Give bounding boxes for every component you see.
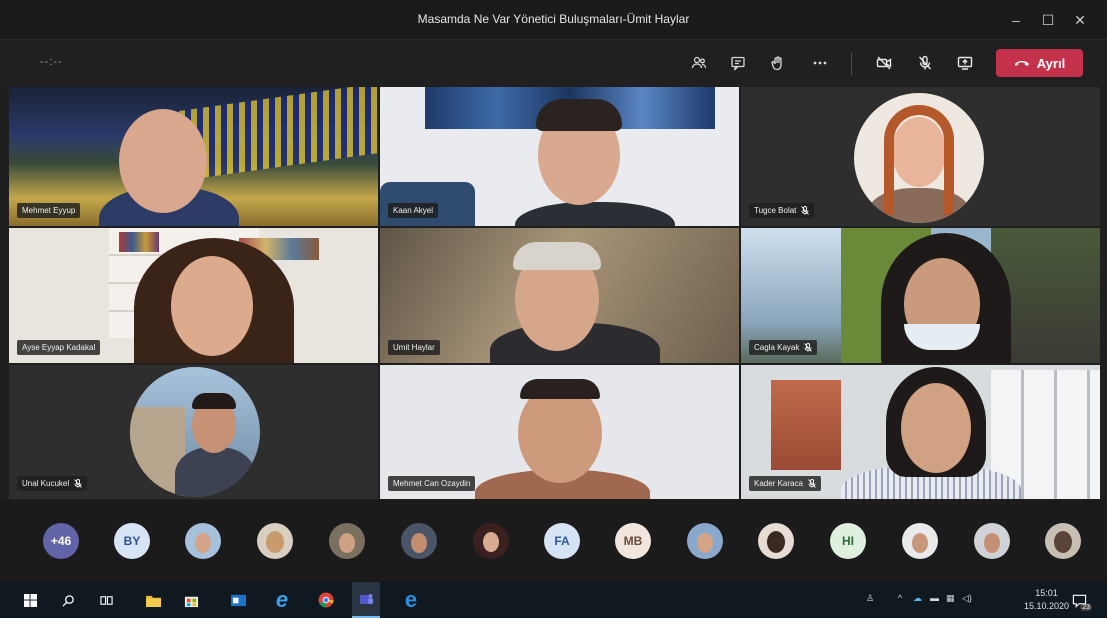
hair bbox=[536, 99, 622, 131]
toolbar-divider bbox=[851, 52, 852, 76]
video-tile[interactable]: Umit Haylar bbox=[380, 228, 739, 363]
windows-start-icon[interactable] bbox=[20, 590, 40, 610]
share-screen-icon[interactable] bbox=[952, 51, 978, 75]
clock-date: 15.10.2020 bbox=[1024, 601, 1070, 611]
teams-window: Masamda Ne Var Yönetici Buluşmaları-Ümit… bbox=[0, 0, 1107, 618]
participant-face bbox=[901, 383, 971, 473]
participant-name-label: Kader Karaca bbox=[749, 476, 821, 491]
participant-avatar[interactable] bbox=[185, 523, 221, 559]
participant-avatar bbox=[130, 367, 260, 497]
video-tile[interactable]: Tugce Bolat bbox=[741, 87, 1100, 226]
search-icon[interactable] bbox=[58, 590, 78, 610]
participant-avatar[interactable] bbox=[401, 523, 437, 559]
mic-off-icon[interactable] bbox=[912, 51, 938, 75]
participant-face bbox=[119, 109, 207, 213]
video-tile[interactable]: Cagla Kayak bbox=[741, 228, 1100, 363]
leave-button[interactable]: Ayrıl bbox=[996, 49, 1083, 77]
participant-avatar[interactable]: FA bbox=[544, 523, 580, 559]
participant-avatar[interactable]: MB bbox=[615, 523, 651, 559]
video-tile[interactable]: Ayse Eyyap Kadakal bbox=[9, 228, 378, 363]
clock-time: 15:01 bbox=[1035, 588, 1058, 598]
meeting-toolbar: --:-- Ayrıl bbox=[0, 40, 1107, 86]
participant-avatar[interactable] bbox=[758, 523, 794, 559]
participant-avatar bbox=[854, 93, 984, 223]
books bbox=[119, 232, 159, 252]
participant-avatar[interactable] bbox=[687, 523, 723, 559]
participant-avatar[interactable]: BY bbox=[114, 523, 150, 559]
battery-icon[interactable]: ▬ bbox=[930, 593, 939, 603]
mic-muted-icon bbox=[808, 479, 816, 488]
store-icon[interactable] bbox=[181, 590, 201, 610]
hair bbox=[513, 242, 601, 270]
chevron-up-icon[interactable]: ^ bbox=[898, 593, 902, 603]
participant-avatar[interactable] bbox=[974, 523, 1010, 559]
mic-muted-icon bbox=[804, 343, 813, 352]
onedrive-icon[interactable]: ☁ bbox=[913, 593, 922, 604]
participant-avatar[interactable]: HI bbox=[830, 523, 866, 559]
participant-strip: +46 BY FA MB HI bbox=[0, 500, 1107, 582]
chat-icon[interactable] bbox=[725, 51, 751, 75]
participant-name-label: Ayse Eyyap Kadakal bbox=[17, 340, 101, 355]
participant-name-label: Tugce Bolat bbox=[749, 203, 815, 218]
leave-label: Ayrıl bbox=[1036, 55, 1066, 71]
people-icon[interactable]: ♙ bbox=[866, 593, 874, 604]
internet-explorer-icon[interactable]: e bbox=[272, 589, 292, 611]
video-tile[interactable]: Mehmet Can Ozaydin bbox=[380, 365, 739, 499]
meeting-timer: --:-- bbox=[40, 56, 63, 68]
windows-taskbar: e e ♙ ^ ☁ ▬ ▦ ◁) 15:01 15.10.2020 23 bbox=[0, 582, 1107, 618]
participant-name-label: Cagla Kayak bbox=[749, 340, 818, 355]
participant-avatar[interactable] bbox=[1045, 523, 1081, 559]
participant-name-label: Unal Kucukel bbox=[17, 476, 88, 491]
volume-icon[interactable]: ◁) bbox=[962, 593, 972, 604]
window-title: Masamda Ne Var Yönetici Buluşmaları-Ümit… bbox=[417, 12, 690, 26]
camera-off-icon[interactable] bbox=[871, 51, 897, 75]
participant-name-label: Kaan Akyel bbox=[388, 203, 439, 218]
participant-name-label: Mehmet Eyyup bbox=[17, 203, 81, 218]
participants-icon[interactable] bbox=[686, 51, 712, 75]
participant-body bbox=[515, 202, 675, 226]
outlook-icon[interactable] bbox=[228, 590, 248, 610]
network-icon[interactable]: ▦ bbox=[946, 593, 955, 604]
video-tile[interactable]: Kaan Akyel bbox=[380, 87, 739, 226]
video-grid: Mehmet Eyyup Kaan Akyel Tugce Bolat Ayse… bbox=[9, 87, 1100, 499]
notification-center-icon[interactable]: 23 bbox=[1068, 590, 1092, 611]
participant-name-label: Umit Haylar bbox=[388, 340, 440, 355]
more-options-icon[interactable] bbox=[807, 51, 833, 75]
participant-avatar[interactable] bbox=[473, 523, 509, 559]
teams-taskbar-icon[interactable] bbox=[352, 582, 380, 618]
system-clock[interactable]: 15:01 15.10.2020 bbox=[1024, 587, 1069, 613]
mic-muted-icon bbox=[801, 206, 810, 215]
video-tile[interactable]: Unal Kucukel bbox=[9, 365, 378, 499]
task-view-icon[interactable] bbox=[96, 590, 116, 610]
file-explorer-icon[interactable] bbox=[143, 590, 163, 610]
minimize-icon[interactable]: – bbox=[1003, 8, 1029, 32]
wall-decor bbox=[771, 380, 841, 470]
participant-avatar[interactable] bbox=[329, 523, 365, 559]
participant-avatar[interactable] bbox=[902, 523, 938, 559]
video-tile[interactable]: Kader Karaca bbox=[741, 365, 1100, 499]
participant-face bbox=[171, 256, 253, 356]
maximize-icon[interactable]: ☐ bbox=[1035, 8, 1061, 32]
hair bbox=[520, 379, 600, 399]
participant-name-label: Mehmet Can Ozaydin bbox=[388, 476, 476, 491]
participant-avatar[interactable] bbox=[257, 523, 293, 559]
notification-count: 23 bbox=[1080, 604, 1092, 611]
edge-icon[interactable]: e bbox=[401, 589, 421, 611]
video-tile[interactable]: Mehmet Eyyup bbox=[9, 87, 378, 226]
title-bar: Masamda Ne Var Yönetici Buluşmaları-Ümit… bbox=[0, 0, 1107, 40]
hang-up-icon bbox=[1014, 61, 1029, 66]
chrome-icon[interactable] bbox=[316, 590, 336, 610]
close-icon[interactable]: ✕ bbox=[1067, 8, 1093, 32]
mic-muted-icon bbox=[74, 479, 82, 488]
raise-hand-icon[interactable] bbox=[765, 51, 791, 75]
overflow-participants-button[interactable]: +46 bbox=[43, 523, 79, 559]
